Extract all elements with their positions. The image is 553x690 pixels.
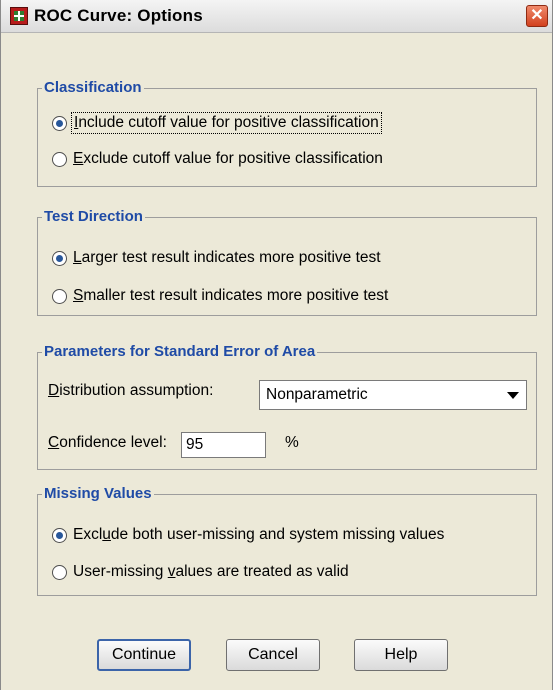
larger-result-option[interactable]: Larger test result indicates more positi… bbox=[52, 246, 381, 270]
window-title: ROC Curve: Options bbox=[34, 6, 203, 25]
exclude-cutoff-radio[interactable] bbox=[52, 151, 67, 167]
cancel-button[interactable]: Cancel bbox=[226, 639, 320, 671]
continue-button[interactable]: Continue bbox=[97, 639, 191, 671]
exclude-missing-label: Exclude both user-missing and system mis… bbox=[73, 526, 445, 543]
classification-title: Classification bbox=[42, 79, 144, 96]
classification-group: Classification Include cutoff value for … bbox=[37, 79, 537, 187]
smaller-result-option[interactable]: Smaller test result indicates more posit… bbox=[52, 284, 388, 308]
exclude-missing-option[interactable]: Exclude both user-missing and system mis… bbox=[52, 523, 444, 547]
parameters-title: Parameters for Standard Error of Area bbox=[42, 343, 318, 360]
larger-result-label: Larger test result indicates more positi… bbox=[73, 249, 381, 266]
confidence-label: Confidence level: bbox=[48, 434, 167, 451]
smaller-result-radio[interactable] bbox=[52, 288, 67, 304]
include-cutoff-radio[interactable] bbox=[52, 115, 67, 131]
treat-valid-option[interactable]: User-missing values are treated as valid bbox=[52, 560, 349, 584]
app-icon bbox=[10, 7, 28, 25]
test-direction-title: Test Direction bbox=[42, 208, 145, 225]
include-cutoff-label: Include cutoff value for positive classi… bbox=[71, 112, 382, 134]
exclude-cutoff-label: Exclude cutoff value for positive classi… bbox=[73, 150, 383, 167]
smaller-result-label: Smaller test result indicates more posit… bbox=[73, 287, 389, 304]
parameters-group: Parameters for Standard Error of Area Di… bbox=[37, 343, 537, 470]
treat-valid-radio[interactable] bbox=[52, 564, 67, 580]
title-bar[interactable]: ROC Curve: Options ✕ bbox=[1, 0, 552, 33]
include-cutoff-option[interactable]: Include cutoff value for positive classi… bbox=[52, 111, 382, 135]
missing-values-group: Missing Values Exclude both user-missing… bbox=[37, 485, 537, 596]
confidence-level-input[interactable] bbox=[181, 432, 266, 458]
help-button[interactable]: Help bbox=[354, 639, 448, 671]
distribution-value: Nonparametric bbox=[266, 386, 368, 403]
test-direction-group: Test Direction Larger test result indica… bbox=[37, 208, 537, 316]
percent-unit: % bbox=[285, 434, 299, 451]
chevron-down-icon[interactable] bbox=[507, 392, 519, 399]
close-icon: ✕ bbox=[530, 7, 544, 24]
exclude-missing-radio[interactable] bbox=[52, 527, 67, 543]
close-button[interactable]: ✕ bbox=[526, 5, 548, 27]
larger-result-radio[interactable] bbox=[52, 250, 67, 266]
roc-options-dialog: ROC Curve: Options ✕ Classification Incl… bbox=[0, 0, 553, 690]
exclude-cutoff-option[interactable]: Exclude cutoff value for positive classi… bbox=[52, 147, 383, 171]
distribution-label: Distribution assumption: bbox=[48, 382, 214, 399]
missing-values-title: Missing Values bbox=[42, 485, 154, 502]
treat-valid-label: User-missing values are treated as valid bbox=[73, 563, 349, 580]
distribution-select[interactable]: Nonparametric bbox=[259, 380, 527, 410]
